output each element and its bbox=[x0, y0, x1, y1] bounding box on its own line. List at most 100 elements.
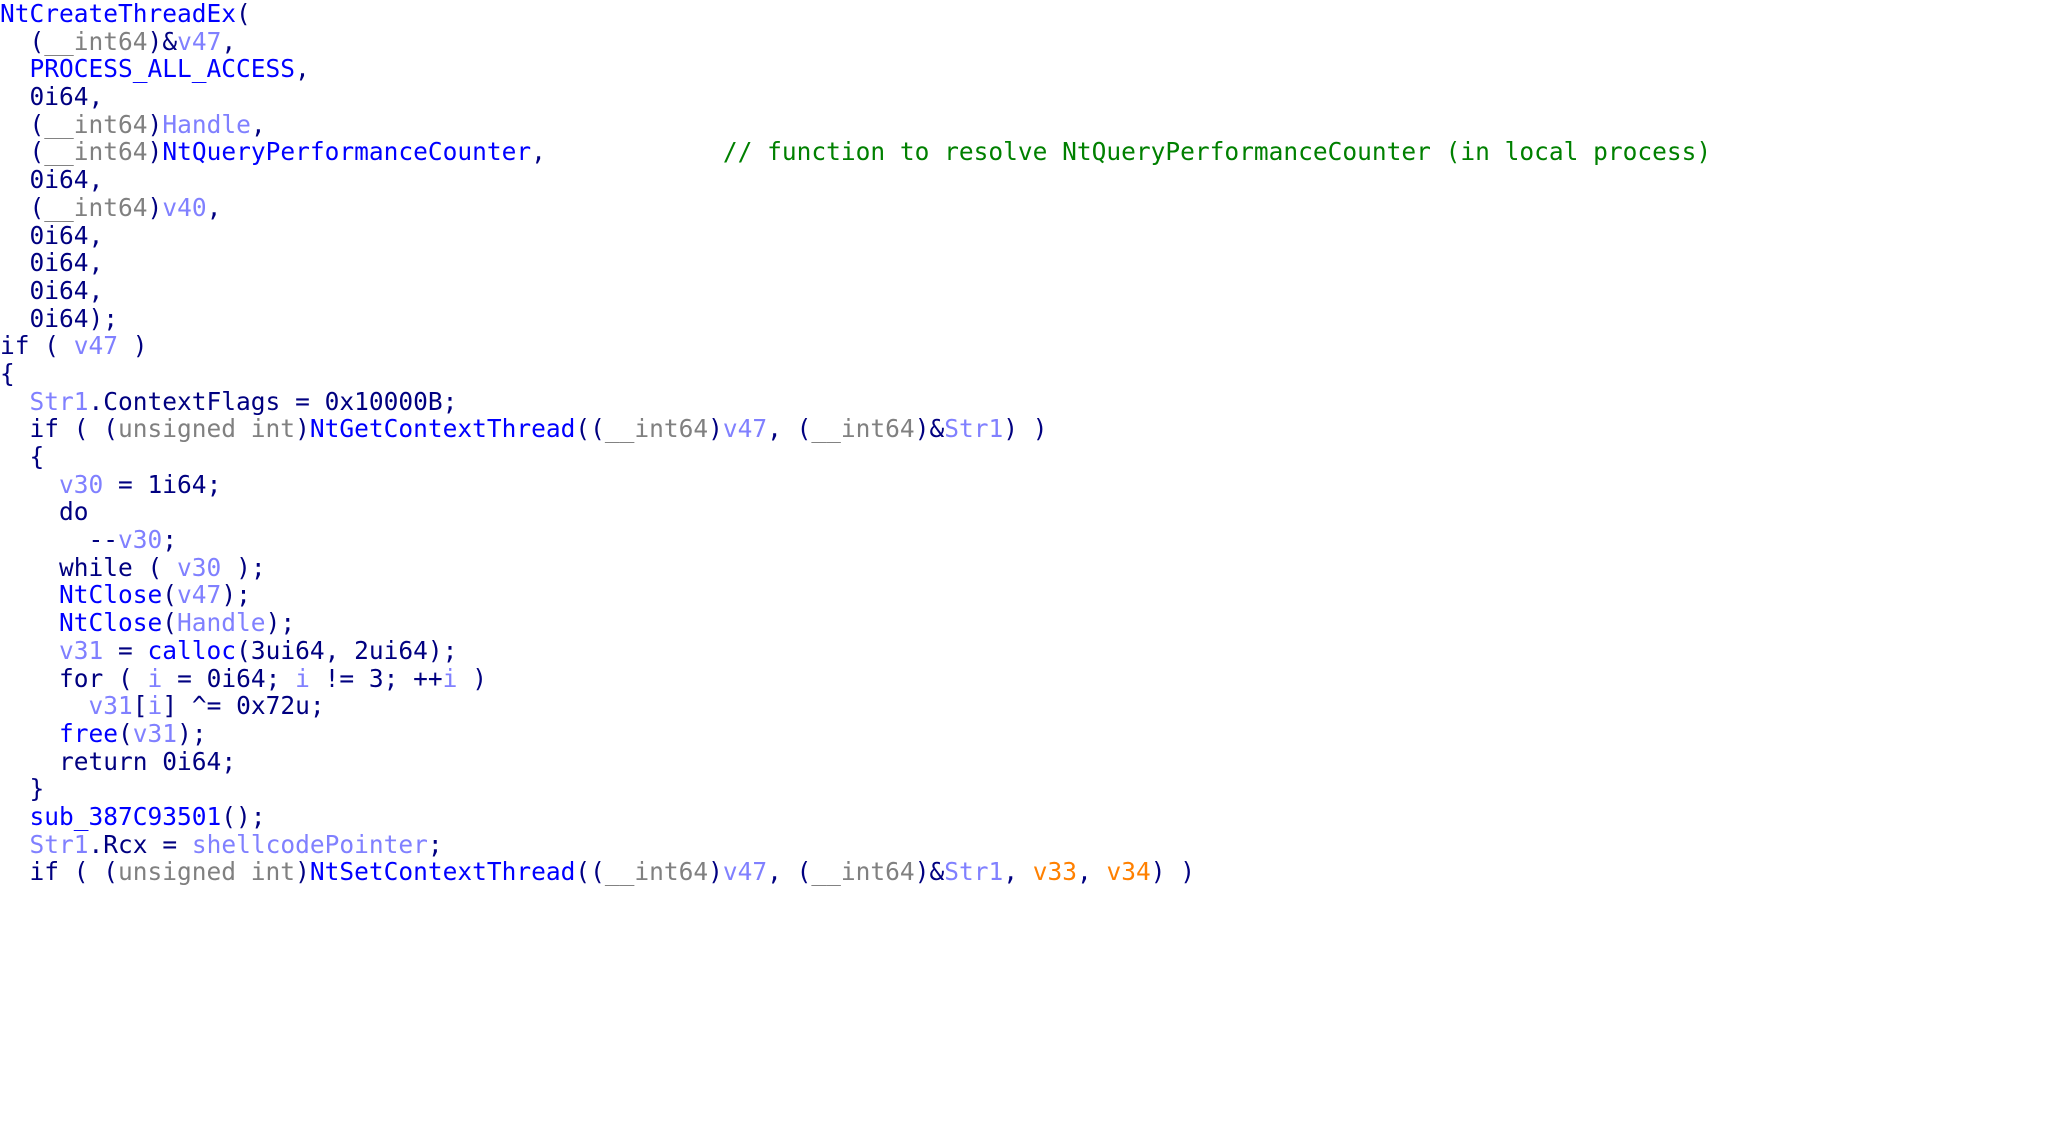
code-line[interactable]: do bbox=[0, 498, 2048, 526]
code-line[interactable]: 0i64, bbox=[0, 83, 2048, 111]
code-token-punc: ( ( bbox=[59, 857, 119, 887]
code-line[interactable]: NtCreateThreadEx( bbox=[0, 0, 2048, 28]
code-line[interactable]: if ( (unsigned int)NtGetContextThread((_… bbox=[0, 415, 2048, 443]
code-line[interactable]: 0i64); bbox=[0, 304, 2048, 333]
code-token-type: __int64 bbox=[44, 192, 148, 222]
code-line[interactable]: Str1.ContextFlags = 0x10000B; bbox=[0, 386, 2048, 416]
code-token-var: v47 bbox=[722, 414, 768, 444]
code-token-member: ContextFlags bbox=[103, 386, 281, 416]
code-line[interactable]: 0i64, bbox=[0, 249, 2048, 277]
code-line[interactable]: if ( v47 ) bbox=[0, 332, 2048, 360]
code-token-punc bbox=[148, 747, 163, 776]
code-token-punc: ) bbox=[708, 414, 723, 444]
code-line[interactable]: if ( (unsigned int)NtSetContextThread((_… bbox=[0, 858, 2048, 886]
code-line[interactable]: v31 = calloc(3ui64, 2ui64); bbox=[0, 635, 2048, 665]
code-token-var: i bbox=[442, 663, 458, 693]
code-token-num: 3ui64 bbox=[250, 635, 325, 665]
code-line[interactable]: { bbox=[0, 360, 2048, 388]
code-token-punc: ); bbox=[221, 580, 251, 610]
code-token-var: v40 bbox=[162, 192, 207, 222]
code-line[interactable]: while ( v30 ); bbox=[0, 552, 2048, 582]
code-token-punc: ); bbox=[177, 718, 207, 748]
code-line[interactable]: free(v31); bbox=[0, 720, 2048, 748]
code-token-fn: sub_387C93501 bbox=[29, 801, 222, 831]
code-line[interactable]: NtClose(v47); bbox=[0, 581, 2048, 609]
code-token-punc: ( bbox=[103, 663, 148, 693]
code-line[interactable]: (__int64)&v47, bbox=[0, 26, 2048, 56]
code-line[interactable]: v30 = 1i64; bbox=[0, 469, 2048, 499]
code-token-fn: NtQueryPerformanceCounter bbox=[162, 137, 532, 167]
code-line[interactable]: } bbox=[0, 775, 2048, 803]
code-token-var: v47 bbox=[722, 857, 768, 887]
code-token-punc: = bbox=[162, 663, 207, 693]
code-token-var: v47 bbox=[177, 580, 222, 610]
code-line[interactable]: (__int64)v40, bbox=[0, 192, 2048, 222]
code-token-punc: } bbox=[29, 774, 45, 804]
code-token-hilite[interactable]: v33 bbox=[1033, 857, 1077, 886]
code-token-punc: , bbox=[221, 26, 237, 56]
code-token-punc: ; bbox=[206, 469, 222, 499]
code-token-punc: ( bbox=[162, 608, 178, 638]
code-token-punc: = bbox=[280, 386, 325, 416]
code-token-num: 0i64 bbox=[206, 663, 266, 693]
code-line[interactable]: for ( i = 0i64; i != 3; ++i ) bbox=[0, 663, 2048, 693]
code-line[interactable]: (__int64)Handle, bbox=[0, 109, 2048, 139]
code-token-punc: ( bbox=[29, 109, 45, 139]
code-token-var: i bbox=[295, 663, 310, 693]
code-line[interactable]: (__int64)NtQueryPerformanceCounter, // f… bbox=[0, 138, 2048, 166]
code-line[interactable]: { bbox=[0, 443, 2048, 471]
code-line[interactable]: PROCESS_ALL_ACCESS, bbox=[0, 55, 2048, 83]
code-token-kw: if bbox=[0, 331, 30, 361]
code-token-var: Str1 bbox=[29, 829, 89, 859]
code-token-punc: , bbox=[88, 275, 104, 305]
code-token-type: __int64 bbox=[44, 137, 148, 167]
code-token-punc: ( bbox=[132, 552, 178, 582]
code-token-num: 0i64 bbox=[29, 165, 89, 195]
code-token-punc: [ bbox=[132, 691, 148, 721]
code-token-punc: = bbox=[103, 635, 148, 665]
code-line[interactable]: 0i64, bbox=[0, 220, 2048, 250]
code-token-var: Str1 bbox=[944, 857, 1004, 887]
code-token-punc: ) ) bbox=[1003, 414, 1048, 444]
code-line[interactable]: --v30; bbox=[0, 526, 2048, 554]
code-line[interactable]: Str1.Rcx = shellcodePointer; bbox=[0, 829, 2048, 859]
code-token-punc: ) bbox=[295, 414, 310, 444]
code-token-var: shellcodePointer bbox=[191, 829, 428, 859]
code-token-var: v30 bbox=[118, 525, 163, 555]
code-line[interactable]: 0i64, bbox=[0, 277, 2048, 305]
code-token-hilite[interactable]: v34 bbox=[1107, 857, 1151, 886]
code-token-fn: NtCreateThreadEx bbox=[0, 0, 237, 28]
code-token-punc: ) bbox=[457, 663, 487, 693]
code-line[interactable]: 0i64, bbox=[0, 166, 2048, 194]
code-token-punc: != bbox=[309, 663, 369, 693]
code-token-punc: ); bbox=[427, 635, 458, 665]
code-token-var: Handle bbox=[162, 109, 251, 139]
code-token-punc: , bbox=[531, 137, 546, 167]
code-token-punc: (); bbox=[221, 801, 266, 831]
code-token-fn: NtSetContextThread bbox=[309, 857, 576, 887]
code-token-punc: , bbox=[324, 635, 355, 665]
code-token-punc: ; bbox=[221, 746, 237, 776]
pseudocode-view[interactable]: NtCreateThreadEx( (__int64)&v47, PROCESS… bbox=[0, 0, 2048, 886]
code-token-punc: ) bbox=[708, 857, 723, 887]
code-line[interactable]: return 0i64; bbox=[0, 746, 2048, 776]
code-line[interactable]: NtClose(Handle); bbox=[0, 609, 2048, 637]
code-token-punc: (( bbox=[575, 414, 605, 444]
code-token-type: __int64 bbox=[811, 857, 915, 887]
code-token-num: 0i64 bbox=[29, 220, 89, 250]
code-token-punc: , bbox=[1003, 857, 1033, 887]
code-line[interactable]: v31[i] ^= 0x72u; bbox=[0, 692, 2048, 720]
code-line[interactable]: sub_387C93501(); bbox=[0, 803, 2048, 831]
code-token-num: 0x72u bbox=[236, 691, 310, 721]
